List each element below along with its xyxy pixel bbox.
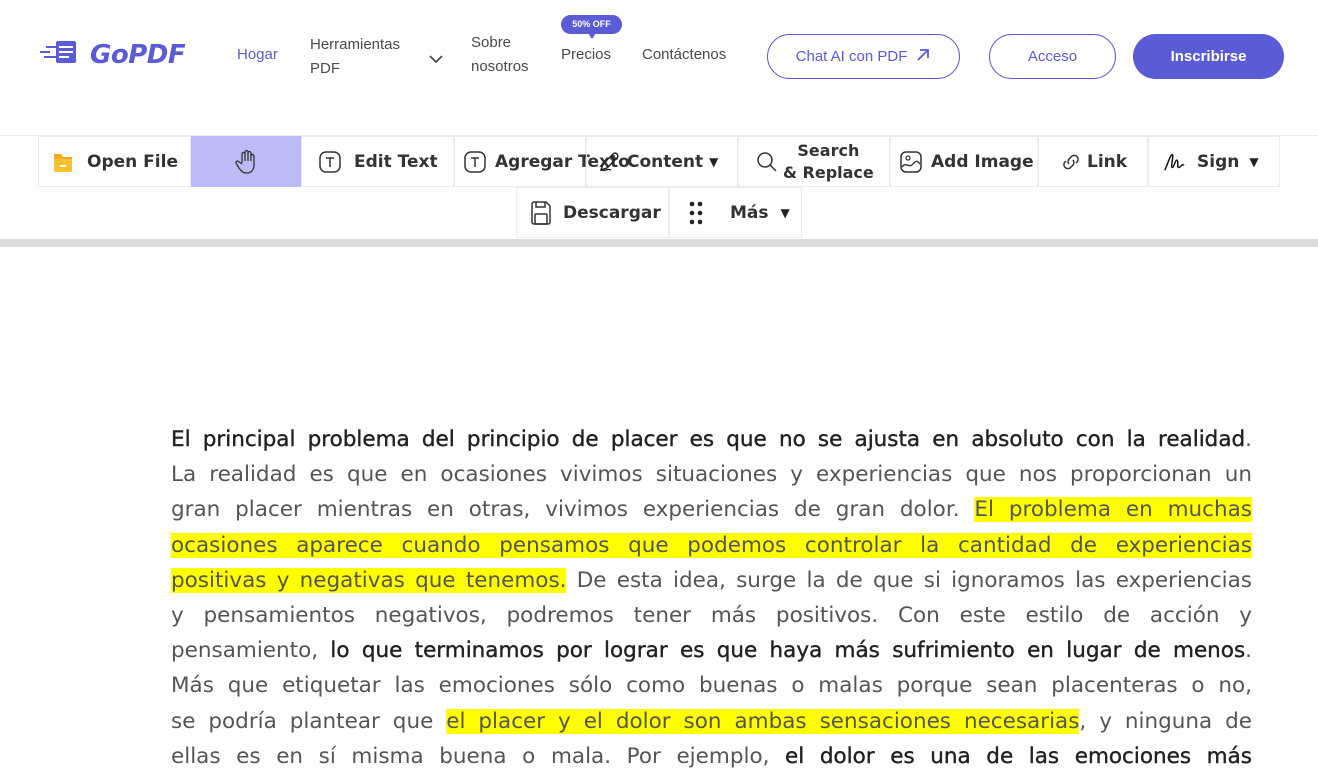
image-icon [899, 150, 923, 174]
chat-ai-button[interactable]: Chat AI con PDF [767, 34, 960, 79]
text-line: ocasiones aparece cuando pensamos que po… [171, 528, 1252, 563]
pdf-page-content[interactable]: El principal problema del principio de p… [171, 422, 1252, 774]
text-line: pensamiento, lo que terminamos por logra… [171, 633, 1252, 668]
caret-down-icon: ▼ [1249, 154, 1259, 169]
open-file-label: Open File [87, 151, 178, 172]
add-image-label: Add Image [931, 151, 1034, 172]
caret-down-icon: ▼ [709, 154, 719, 169]
download-button[interactable]: Descargar [516, 187, 669, 238]
nav-about-line2: nosotros [471, 58, 529, 75]
save-icon [529, 200, 553, 225]
text-span: . [1245, 638, 1252, 664]
bold-text: el dolor es una de las emociones más [785, 743, 1252, 769]
content-label: Content [627, 151, 704, 172]
hand-icon [234, 149, 258, 174]
text-line: El principal problema del principio de p… [171, 422, 1252, 457]
highlighted-text: el placer y el dolor son ambas sensacion… [446, 708, 1080, 734]
nav-about-us[interactable]: Sobre nosotros [471, 31, 529, 79]
pen-icon [597, 150, 621, 174]
highlighted-text: ocasiones aparece cuando pensamos que po… [171, 532, 1252, 558]
text-span: se podría plantear que [171, 708, 447, 734]
logo[interactable]: GoPDF [40, 38, 186, 71]
site-header: GoPDF Hogar Herramientas PDF Sobre nosot… [0, 0, 1318, 112]
nav-pdf-tools-line1: Herramientas [310, 36, 401, 53]
text-line: La realidad es que en ocasiones vivimos … [171, 457, 1252, 492]
text-line: positivas y negativas que tenemos. De es… [171, 563, 1252, 598]
open-file-button[interactable]: Open File [38, 136, 191, 187]
search-replace-label: Search & Replace [783, 140, 874, 184]
nav-pdf-tools-line2: PDF [310, 60, 340, 77]
bold-text: El principal problema del principio de p… [171, 427, 1246, 452]
text-box-icon [463, 150, 487, 174]
nav-contact[interactable]: Contáctenos [642, 43, 726, 67]
text-span: pensamiento, [171, 638, 331, 664]
add-text-button[interactable]: Agregar Texto [454, 136, 630, 187]
text-line: y pensamientos negativos, podremos tener… [171, 598, 1252, 633]
text-line: se podría plantear que el placer y el do… [171, 704, 1252, 739]
viewer-divider [0, 239, 1318, 247]
highlighted-text: El problema en muchas [974, 497, 1252, 523]
text-span: gran placer mientras en otras, vivimos e… [171, 497, 975, 523]
signup-button[interactable]: Inscribirse [1133, 34, 1284, 79]
add-image-button[interactable]: Add Image [890, 136, 1038, 187]
edit-text-button[interactable]: Edit Text [301, 136, 454, 187]
text-line: gran placer mientras en otras, vivimos e… [171, 492, 1252, 527]
search-label-line1: Search [797, 140, 860, 160]
chevron-down-icon[interactable] [428, 51, 444, 69]
discount-badge: 50% OFF [561, 15, 622, 39]
search-label-line2: & Replace [783, 162, 874, 182]
logo-icon [40, 38, 86, 71]
text-span: , y ninguna de [1079, 708, 1252, 734]
text-span: . [1245, 427, 1252, 452]
text-span: y pensamientos negativos, podremos tener… [171, 602, 1252, 628]
text-span: Más que etiquetar las emociones sólo com… [171, 673, 1252, 699]
nav-pdf-tools[interactable]: Herramientas PDF [310, 33, 400, 81]
more-label: Más [730, 202, 769, 223]
nav-prices[interactable]: Precios [561, 43, 611, 67]
text-span: La realidad es que en ocasiones vivimos … [171, 462, 1252, 488]
text-box-icon [318, 150, 342, 174]
search-icon [755, 150, 779, 174]
hand-tool-button[interactable] [191, 136, 301, 187]
arrow-up-right-icon [915, 47, 931, 67]
link-icon [1059, 150, 1083, 174]
nav-home[interactable]: Hogar [237, 43, 278, 67]
chat-ai-label: Chat AI con PDF [795, 48, 908, 65]
download-label: Descargar [563, 202, 661, 223]
nav-about-line1: Sobre [471, 34, 512, 51]
bold-text: lo que terminamos por lograr es que haya… [330, 638, 1246, 664]
link-label: Link [1087, 151, 1128, 172]
sign-menu-button[interactable]: Sign ▼ [1148, 136, 1280, 187]
text-span: ellas es en sí misma buena o mala. Por e… [171, 743, 786, 769]
content-menu-button[interactable]: Content ▼ [586, 136, 738, 187]
caret-down-icon: ▼ [780, 205, 790, 220]
highlighted-text: positivas y negativas que tenemos. [171, 567, 567, 593]
edit-text-label: Edit Text [354, 151, 438, 172]
sign-label: Sign [1197, 151, 1240, 172]
grid-dots-icon [684, 201, 708, 225]
text-line: ellas es en sí misma buena o mala. Por e… [171, 739, 1252, 774]
text-span: De esta idea, surge la de que si ignoram… [566, 567, 1252, 593]
folder-icon [51, 150, 75, 174]
text-line: Más que etiquetar las emociones sólo com… [171, 668, 1252, 703]
more-menu-button[interactable]: Más ▼ [669, 187, 802, 238]
login-button[interactable]: Acceso [989, 34, 1116, 79]
logo-text: GoPDF [90, 39, 186, 70]
signature-icon [1163, 150, 1187, 174]
link-button[interactable]: Link [1038, 136, 1148, 187]
search-replace-button[interactable]: Search & Replace [738, 136, 890, 187]
